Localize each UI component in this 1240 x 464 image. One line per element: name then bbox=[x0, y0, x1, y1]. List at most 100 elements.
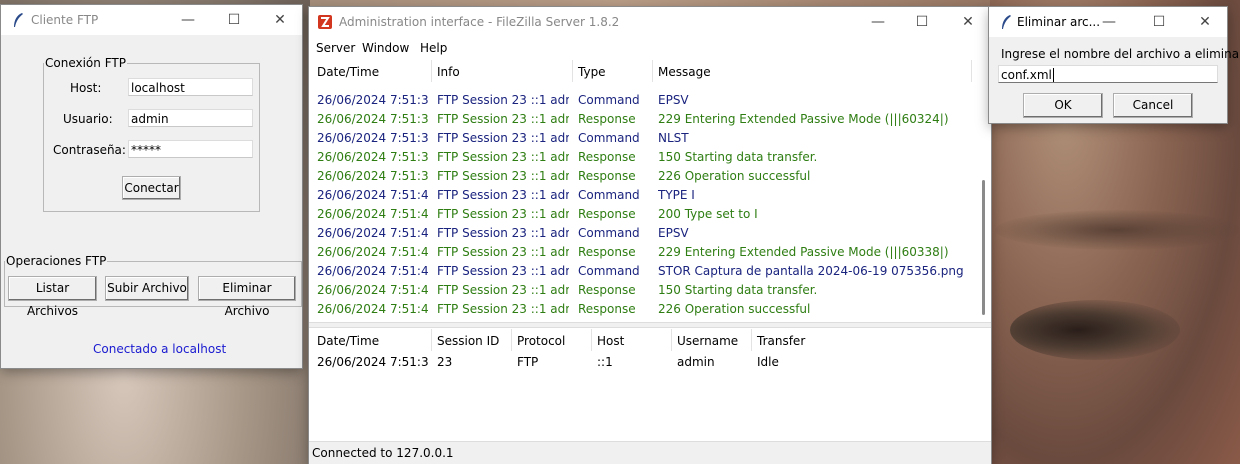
log-type: Command bbox=[578, 264, 640, 278]
subir-archivo-button[interactable]: Subir Archivo bbox=[105, 276, 189, 301]
operaciones-legend: Operaciones FTP bbox=[6, 254, 107, 268]
col-message[interactable]: Message bbox=[658, 65, 711, 79]
close-button[interactable]: ✕ bbox=[1183, 7, 1227, 37]
log-row[interactable]: 26/06/2024 7:51:44 ... FTP Session 23 ::1… bbox=[310, 186, 972, 205]
log-message: NLST bbox=[658, 131, 689, 145]
log-message: EPSV bbox=[658, 226, 689, 240]
log-datetime: 26/06/2024 7:51:44 ... bbox=[317, 302, 429, 316]
log-datetime: 26/06/2024 7:51:44 ... bbox=[317, 264, 429, 278]
tk-feather-icon bbox=[1002, 15, 1011, 29]
col-username[interactable]: Username bbox=[677, 334, 738, 348]
title-bar[interactable]: Administration interface - FileZilla Ser… bbox=[309, 7, 991, 37]
log-message: 200 Type set to I bbox=[658, 207, 758, 221]
log-info: FTP Session 23 ::1 adm... bbox=[437, 150, 569, 164]
ok-button[interactable]: OK bbox=[1023, 93, 1103, 118]
maximize-button[interactable]: ☐ bbox=[1137, 7, 1181, 37]
log-type: Command bbox=[578, 226, 640, 240]
log-row[interactable]: 26/06/2024 7:51:44 ... FTP Session 23 ::1… bbox=[310, 300, 972, 319]
maximize-button[interactable]: ☐ bbox=[211, 5, 257, 35]
log-datetime: 26/06/2024 7:51:38 ... bbox=[317, 131, 429, 145]
filename-value: conf.xml bbox=[1001, 68, 1052, 82]
cancel-button[interactable]: Cancel bbox=[1113, 93, 1193, 118]
sessions-header: Date/Time Session ID Protocol Host Usern… bbox=[310, 329, 990, 351]
conexion-legend: Conexión FTP bbox=[45, 56, 126, 70]
col-info[interactable]: Info bbox=[437, 65, 460, 79]
log-info: FTP Session 23 ::1 adm... bbox=[437, 112, 569, 126]
col-session-id[interactable]: Session ID bbox=[437, 334, 499, 348]
log-message: 226 Operation successful bbox=[658, 169, 811, 183]
log-pane: Date/Time Info Type Message 26/06/2024 7… bbox=[310, 60, 980, 322]
log-message: 150 Starting data transfer. bbox=[658, 150, 818, 164]
session-transfer: Idle bbox=[757, 355, 779, 369]
eliminar-archivo-button[interactable]: Eliminar Archivo bbox=[198, 276, 296, 318]
minimize-button[interactable]: — bbox=[855, 7, 901, 37]
log-info: FTP Session 23 ::1 adm... bbox=[437, 226, 569, 240]
col-transfer[interactable]: Transfer bbox=[757, 334, 805, 348]
conectar-button[interactable]: Conectar bbox=[122, 176, 181, 200]
log-row[interactable]: 26/06/2024 7:51:44 ... FTP Session 23 ::1… bbox=[310, 205, 972, 224]
log-row[interactable]: 26/06/2024 7:51:44 ... FTP Session 23 ::1… bbox=[310, 224, 972, 243]
minimize-button[interactable]: — bbox=[165, 5, 211, 35]
sessions-pane: Date/Time Session ID Protocol Host Usern… bbox=[310, 329, 990, 441]
log-info: FTP Session 23 ::1 adm... bbox=[437, 207, 569, 221]
log-info: FTP Session 23 ::1 adm... bbox=[437, 302, 569, 316]
log-type: Command bbox=[578, 188, 640, 202]
maximize-button[interactable]: ☐ bbox=[899, 7, 945, 37]
log-datetime: 26/06/2024 7:51:38 ... bbox=[317, 93, 429, 107]
host-label: Host: bbox=[70, 81, 102, 95]
session-id: 23 bbox=[437, 355, 453, 369]
log-type: Command bbox=[578, 93, 640, 107]
session-protocol: FTP bbox=[517, 355, 539, 369]
log-type: Response bbox=[578, 169, 636, 183]
log-type: Response bbox=[578, 112, 636, 126]
password-input[interactable]: ***** bbox=[128, 140, 253, 158]
log-datetime: 26/06/2024 7:51:38 ... bbox=[317, 112, 429, 126]
menu-bar: Server Window Help bbox=[309, 37, 991, 59]
log-datetime: 26/06/2024 7:51:44 ... bbox=[317, 283, 429, 297]
log-row[interactable]: 26/06/2024 7:51:38 ... FTP Session 23 ::1… bbox=[310, 167, 972, 186]
close-button[interactable]: ✕ bbox=[945, 7, 991, 37]
usuario-input[interactable]: admin bbox=[128, 109, 253, 127]
log-row[interactable]: 26/06/2024 7:51:38 ... FTP Session 23 ::1… bbox=[310, 148, 972, 167]
col-type[interactable]: Type bbox=[578, 65, 606, 79]
log-row[interactable]: 26/06/2024 7:51:38 ... FTP Session 23 ::1… bbox=[310, 129, 972, 148]
log-datetime: 26/06/2024 7:51:44 ... bbox=[317, 226, 429, 240]
log-message: 229 Entering Extended Passive Mode (|||6… bbox=[658, 112, 949, 126]
col-protocol[interactable]: Protocol bbox=[517, 334, 565, 348]
title-bar[interactable]: Eliminar arc... — ☐ ✕ bbox=[989, 7, 1227, 37]
col-datetime[interactable]: Date/Time bbox=[317, 334, 379, 348]
minimize-button[interactable]: — bbox=[1089, 7, 1129, 37]
log-datetime: 26/06/2024 7:51:44 ... bbox=[317, 188, 429, 202]
session-host: ::1 bbox=[597, 355, 613, 369]
log-row[interactable]: 26/06/2024 7:51:38 ... FTP Session 23 ::1… bbox=[310, 110, 972, 129]
session-datetime: 26/06/2024 7:51:36 ... bbox=[317, 355, 429, 369]
text-cursor bbox=[1052, 68, 1054, 82]
log-datetime: 26/06/2024 7:51:38 ... bbox=[317, 169, 429, 183]
menu-server[interactable]: Server bbox=[316, 41, 355, 55]
log-row[interactable]: 26/06/2024 7:51:44 ... FTP Session 23 ::1… bbox=[310, 243, 972, 262]
log-datetime: 26/06/2024 7:51:38 ... bbox=[317, 150, 429, 164]
usuario-label: Usuario: bbox=[63, 112, 113, 126]
log-message: STOR Captura de pantalla 2024-06-19 0753… bbox=[658, 264, 964, 278]
log-datetime: 26/06/2024 7:51:44 ... bbox=[317, 245, 429, 259]
log-row[interactable]: 26/06/2024 7:51:44 ... FTP Session 23 ::1… bbox=[310, 262, 972, 281]
col-host[interactable]: Host bbox=[597, 334, 624, 348]
session-row[interactable]: 26/06/2024 7:51:36 ... 23 FTP ::1 admin … bbox=[310, 353, 990, 372]
splitter[interactable] bbox=[309, 322, 991, 328]
title-bar[interactable]: Cliente FTP — ☐ ✕ bbox=[1, 5, 302, 35]
listar-archivos-button[interactable]: Listar Archivos bbox=[8, 276, 97, 318]
close-button[interactable]: ✕ bbox=[257, 5, 303, 35]
log-type: Response bbox=[578, 207, 636, 221]
col-datetime[interactable]: Date/Time bbox=[317, 65, 379, 79]
log-row[interactable]: 26/06/2024 7:51:44 ... FTP Session 23 ::1… bbox=[310, 281, 972, 300]
host-input[interactable]: localhost bbox=[128, 78, 253, 96]
log-message: 226 Operation successful bbox=[658, 302, 811, 316]
log-scrollbar-thumb[interactable] bbox=[982, 180, 985, 315]
filename-input[interactable]: conf.xml bbox=[998, 65, 1218, 83]
connection-status: Conectado a localhost bbox=[93, 342, 227, 356]
log-row[interactable]: 26/06/2024 7:51:38 ... FTP Session 23 ::1… bbox=[310, 91, 972, 110]
menu-window[interactable]: Window bbox=[362, 41, 409, 55]
password-label: Contraseña: bbox=[53, 143, 126, 157]
menu-help[interactable]: Help bbox=[420, 41, 447, 55]
background-eye bbox=[1010, 300, 1180, 360]
